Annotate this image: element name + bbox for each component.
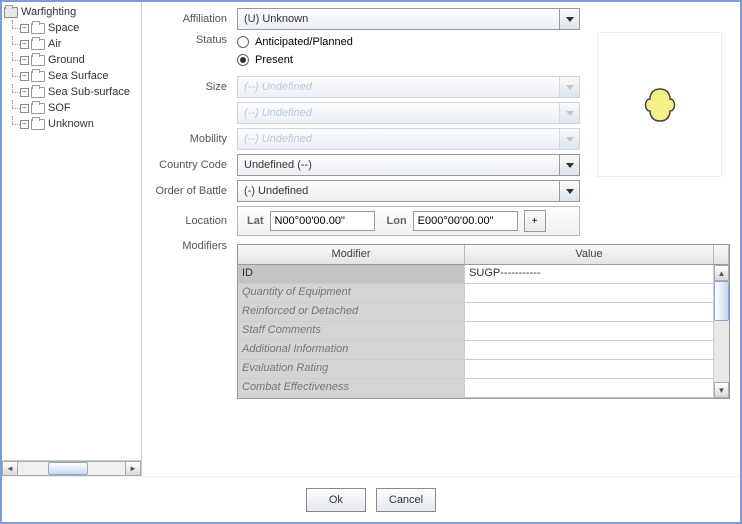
form-panel: Affiliation (U) Unknown Status Anticipat…	[142, 2, 740, 476]
toggle-icon[interactable]: −	[20, 120, 29, 129]
status-anticipated-radio[interactable]: Anticipated/Planned	[237, 36, 580, 48]
dialog-footer: Ok Cancel	[2, 476, 740, 522]
mobility-select[interactable]: (--) Undefined	[237, 128, 580, 150]
modifiers-vscroll[interactable]: ▲ ▼	[713, 265, 729, 398]
scroll-right-icon[interactable]: ►	[125, 461, 141, 476]
table-row: Staff Comments	[238, 322, 713, 341]
cancel-button[interactable]: Cancel	[376, 488, 436, 512]
scroll-left-icon[interactable]: ◄	[2, 461, 18, 476]
affiliation-select[interactable]: (U) Unknown	[237, 8, 580, 30]
location-pick-button[interactable]: +	[524, 210, 546, 232]
oob-label: Order of Battle	[152, 185, 237, 197]
tree-sidebar: Warfighting −Space −Air −Ground −Sea Sur…	[2, 2, 142, 476]
modifier-rows: IDSUGP----------- Quantity of Equipment …	[238, 265, 713, 398]
modifiers-table: Modifier Value IDSUGP----------- Quantit…	[237, 244, 730, 399]
symbol-preview	[597, 32, 722, 177]
lat-label: Lat	[241, 215, 264, 227]
toggle-icon[interactable]: −	[20, 40, 29, 49]
scroll-up-icon[interactable]: ▲	[714, 265, 729, 281]
tree-item-sea-surface[interactable]: −Sea Surface	[4, 68, 139, 84]
chevron-down-icon	[559, 9, 579, 29]
oob-select[interactable]: (-) Undefined	[237, 180, 580, 202]
table-row: Combat Effectiveness	[238, 379, 713, 398]
tree-item-space[interactable]: −Space	[4, 20, 139, 36]
folder-icon	[31, 87, 45, 98]
country-select[interactable]: Undefined (--)	[237, 154, 580, 176]
scroll-down-icon[interactable]: ▼	[714, 382, 729, 398]
chevron-down-icon	[559, 77, 579, 97]
chevron-down-icon	[559, 129, 579, 149]
unknown-symbol-icon	[640, 85, 680, 125]
size2-select[interactable]: (--) Undefined	[237, 102, 580, 124]
table-row: Reinforced or Detached	[238, 303, 713, 322]
lon-label: Lon	[381, 215, 407, 227]
sidebar-hscroll[interactable]: ◄ ►	[2, 460, 141, 476]
lat-input[interactable]	[270, 211, 375, 231]
scroll-thumb[interactable]	[48, 462, 88, 475]
scroll-track[interactable]	[714, 281, 729, 382]
folder-icon	[31, 119, 45, 130]
tree-item-sea-subsurface[interactable]: −Sea Sub-surface	[4, 84, 139, 100]
table-row: Additional Information	[238, 341, 713, 360]
affiliation-label: Affiliation	[152, 13, 237, 25]
folder-icon	[31, 103, 45, 114]
size-label: Size	[152, 81, 237, 93]
chevron-down-icon	[559, 103, 579, 123]
location-group: Lat Lon +	[237, 206, 580, 236]
chevron-down-icon	[559, 181, 579, 201]
size-select[interactable]: (--) Undefined	[237, 76, 580, 98]
status-label: Status	[152, 34, 237, 46]
mobility-label: Mobility	[152, 133, 237, 145]
toggle-icon[interactable]: −	[20, 24, 29, 33]
radio-icon	[237, 54, 249, 66]
chevron-down-icon	[559, 155, 579, 175]
country-label: Country Code	[152, 159, 237, 171]
scroll-thumb[interactable]	[714, 281, 729, 321]
folder-icon	[31, 71, 45, 82]
toggle-icon[interactable]: −	[20, 72, 29, 81]
toggle-icon[interactable]: −	[20, 56, 29, 65]
folder-icon	[4, 7, 18, 18]
scroll-track[interactable]	[18, 461, 125, 476]
folder-icon	[31, 39, 45, 50]
modifier-col-header: Modifier	[238, 245, 465, 264]
tree-root[interactable]: Warfighting	[4, 4, 139, 20]
tree-item-air[interactable]: −Air	[4, 36, 139, 52]
tree-item-unknown[interactable]: −Unknown	[4, 116, 139, 132]
folder-icon	[31, 23, 45, 34]
modifiers-label: Modifiers	[152, 240, 237, 252]
toggle-icon[interactable]: −	[20, 104, 29, 113]
tree-item-sof[interactable]: −SOF	[4, 100, 139, 116]
tree-item-ground[interactable]: −Ground	[4, 52, 139, 68]
table-row: Quantity of Equipment	[238, 284, 713, 303]
folder-icon	[31, 55, 45, 66]
toggle-icon[interactable]: −	[20, 88, 29, 97]
tree-root-label: Warfighting	[21, 6, 76, 18]
radio-icon	[237, 36, 249, 48]
status-present-radio[interactable]: Present	[237, 54, 580, 66]
table-row: Evaluation Rating	[238, 360, 713, 379]
lon-input[interactable]	[413, 211, 518, 231]
location-label: Location	[152, 215, 237, 227]
ok-button[interactable]: Ok	[306, 488, 366, 512]
table-row: IDSUGP-----------	[238, 265, 713, 284]
value-col-header: Value	[465, 245, 713, 264]
